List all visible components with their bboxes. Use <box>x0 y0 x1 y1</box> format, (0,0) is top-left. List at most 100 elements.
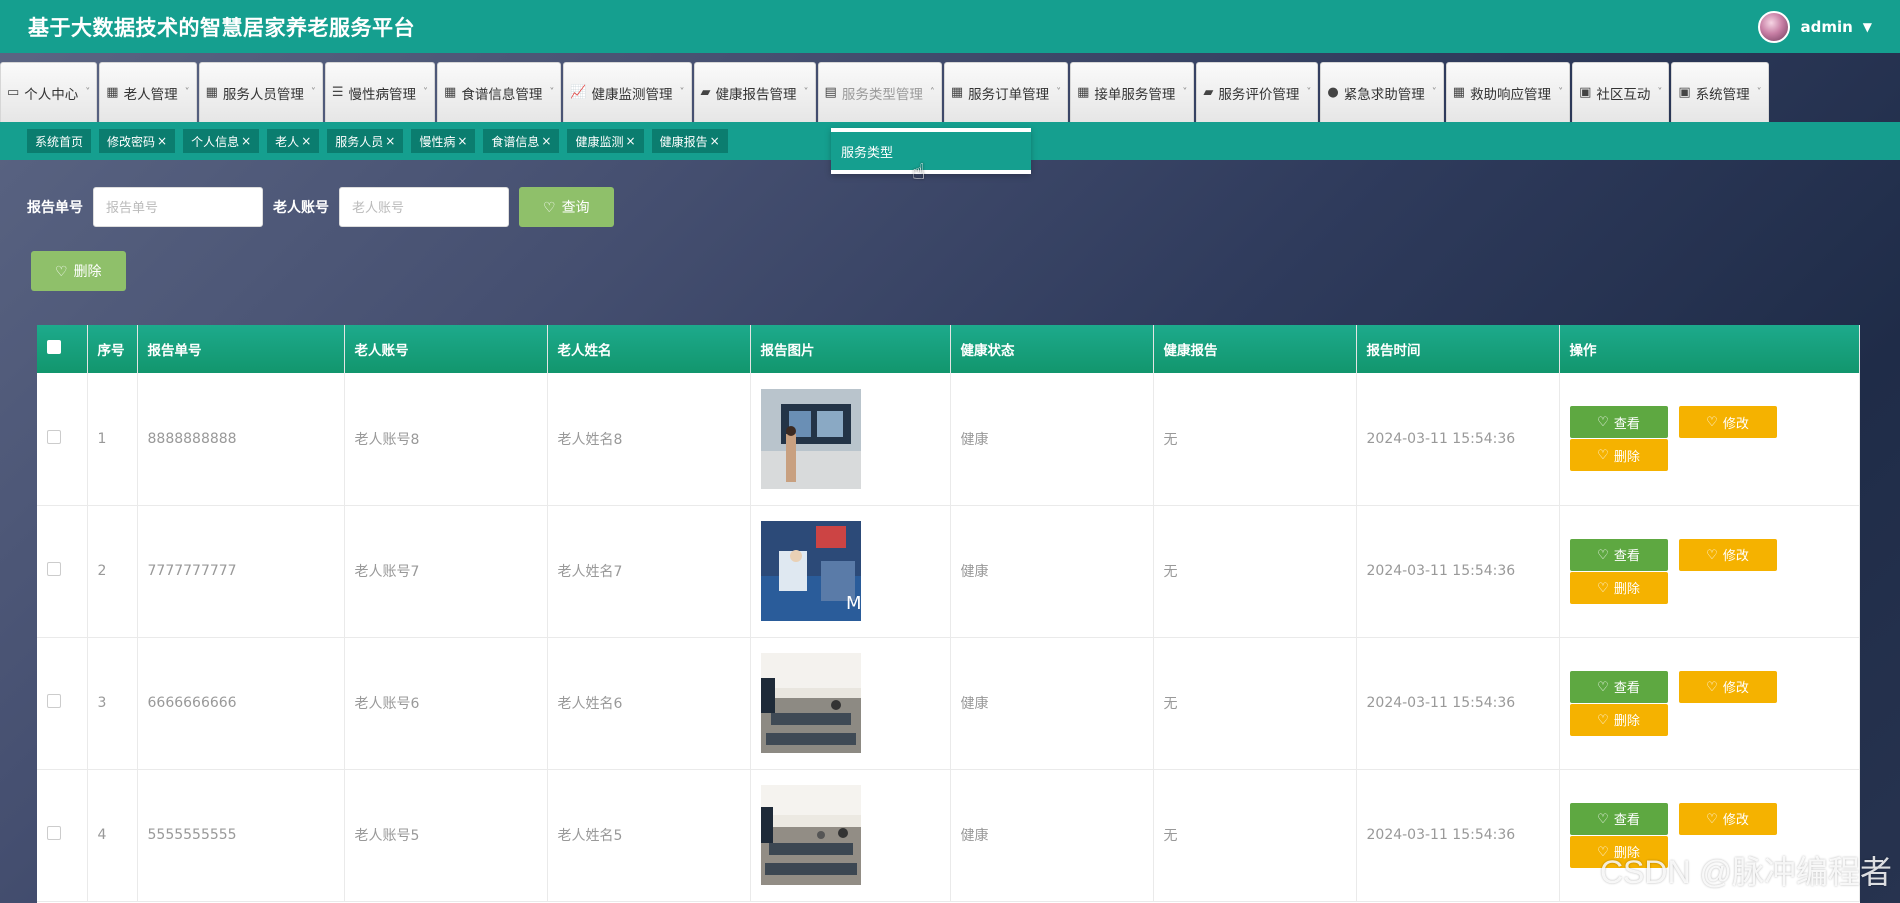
heart-icon: ♡ <box>1597 678 1609 694</box>
report-no-input[interactable] <box>93 187 263 227</box>
nav-item[interactable]: ▦ 老人管理 ˅ <box>99 62 197 122</box>
view-button[interactable]: ♡ 查看 <box>1569 670 1668 703</box>
tab-tag[interactable]: 食谱信息 × <box>483 129 560 153</box>
row-checkbox[interactable] <box>47 429 61 444</box>
select-all-checkbox[interactable] <box>47 340 61 354</box>
nav-item[interactable]: ▦ 服务人员管理 ˅ <box>198 62 323 122</box>
query-button[interactable]: ♡ 查询 <box>519 187 614 227</box>
row-checkbox[interactable] <box>47 694 61 708</box>
table-row: 1 8888888888 老人账号8 老人姓名8 健康无 2024-03-11 15:54… <box>37 373 1860 506</box>
edit-button[interactable]: ♡ 修改 <box>1678 538 1777 571</box>
nav-item[interactable]: ▭ 个人中心 ˅ <box>0 62 98 122</box>
cell-report-no: 7777777777 <box>137 505 345 638</box>
close-icon[interactable]: × <box>457 134 467 148</box>
view-button[interactable]: ♡ 查看 <box>1569 802 1668 835</box>
select-all-cell[interactable] <box>37 325 88 373</box>
close-icon[interactable]: × <box>710 134 720 148</box>
nav-item-label: 服务人员管理 <box>222 86 304 103</box>
cell-status: 健康 <box>950 637 1154 770</box>
close-icon[interactable]: × <box>626 134 636 148</box>
view-button[interactable]: ♡ 查看 <box>1569 538 1668 571</box>
close-icon[interactable]: × <box>541 134 551 148</box>
user-menu[interactable]: admin ▼ <box>1758 10 1872 43</box>
report-image[interactable] <box>760 388 950 489</box>
col-header: 报告单号 <box>137 325 345 373</box>
view-button[interactable]: ♡ 查看 <box>1569 406 1668 439</box>
nav-item[interactable]: ☰ 慢性病管理 ˅ <box>324 62 436 122</box>
cell-index: 2 <box>87 505 138 638</box>
row-checkbox[interactable] <box>47 826 61 840</box>
cell-account: 老人账号5 <box>344 769 548 902</box>
username[interactable]: admin <box>1800 18 1852 36</box>
close-icon[interactable]: × <box>385 134 395 148</box>
heart-icon: ♡ <box>1597 579 1609 595</box>
row-select-cell[interactable] <box>37 769 88 902</box>
tab-tag[interactable]: 服务人员 × <box>327 129 404 153</box>
tab-tag[interactable]: 系统首页 <box>27 129 92 153</box>
report-image[interactable] <box>760 653 950 753</box>
edit-button[interactable]: ♡ 修改 <box>1678 670 1777 703</box>
report-no-label: 报告单号 <box>27 200 83 216</box>
nav-item[interactable]: ● 紧急求助管理 ˅ <box>1320 62 1444 122</box>
tab-tag[interactable]: 老人 × <box>267 129 320 153</box>
row-select-cell[interactable] <box>37 373 88 506</box>
cell-report: 无 <box>1153 373 1357 506</box>
edit-label: 修改 <box>1722 548 1749 563</box>
delete-label: 删除 <box>1613 448 1640 464</box>
nav-item[interactable]: 📈 健康监测管理 ˅ <box>563 62 692 122</box>
nav-item[interactable]: ▰ 健康报告管理 ˅ <box>693 62 816 122</box>
delete-button[interactable]: ♡ 删除 <box>1569 439 1668 472</box>
delete-button[interactable]: ♡ 删除 <box>1569 571 1668 604</box>
sliders-icon: ☰ <box>331 85 344 100</box>
nav-item-label: 紧急求助管理 <box>1343 86 1425 103</box>
cell-image <box>750 373 951 506</box>
nav-item[interactable]: ▦ 服务订单管理 ˅ <box>943 62 1069 122</box>
edit-button[interactable]: ♡ 修改 <box>1678 406 1777 439</box>
tab-tag[interactable]: 健康报告 × <box>651 129 728 153</box>
view-label: 查看 <box>1613 415 1640 431</box>
close-icon[interactable]: × <box>241 134 251 148</box>
close-icon[interactable]: × <box>301 134 311 148</box>
row-select-cell[interactable] <box>37 505 88 638</box>
batch-delete-button[interactable]: ♡ 删除 <box>31 251 126 291</box>
table-row: 4 5555555555 老人账号5 老人姓名5 健康无 2024-03-11 15:54… <box>37 769 1860 902</box>
nav-item[interactable]: ▤ 服务类型管理 ˄ <box>817 62 942 122</box>
row-select-cell[interactable] <box>37 637 88 770</box>
tag-label: 健康报告 <box>659 134 708 149</box>
nav-item[interactable]: ▦ 食谱信息管理 ˅ <box>437 62 562 122</box>
nav-item[interactable]: ▣ 系统管理 ˅ <box>1671 62 1769 122</box>
report-table: 序号 报告单号 老人账号 老人姓名 报告图片 健康状态 健康报告 报告时间 操作… <box>37 325 1860 903</box>
report-image[interactable] <box>760 785 950 885</box>
tab-tag[interactable]: 修改密码 × <box>99 129 176 153</box>
tab-tag[interactable]: 慢性病 × <box>411 129 476 153</box>
dropdown-item-service-type[interactable]: 服务类型 <box>831 132 1031 170</box>
edit-button[interactable]: ♡ 修改 <box>1678 802 1777 835</box>
cell-image: M <box>750 505 951 638</box>
hand-cursor-icon: ☝ <box>912 160 926 185</box>
caret-down-icon[interactable]: ▼ <box>1863 20 1872 34</box>
tab-tag[interactable]: 健康监测 × <box>567 129 644 153</box>
view-label: 查看 <box>1613 548 1640 563</box>
chevron-down-icon: ˅ <box>679 87 685 98</box>
table-row: 2 7777777777 老人账号7 老人姓名7 M 健康无 2024-03-11 15:5… <box>37 505 1860 638</box>
account-input[interactable] <box>339 187 509 227</box>
clipboard-check-icon: ▣ <box>1678 85 1691 100</box>
col-header: 老人姓名 <box>547 325 751 373</box>
avatar[interactable] <box>1758 10 1791 43</box>
tag-label: 个人信息 <box>191 134 240 149</box>
delete-button[interactable]: ♡ 删除 <box>1569 703 1668 736</box>
main-nav: ▭ 个人中心 ˅ ▦ 老人管理 ˅ ▦ 服务人员管理 ˅ ☰ 慢性病管理 ˅ ▦ 食谱信息管理 ˅ 📈 健康监测… <box>0 62 1769 122</box>
report-image[interactable]: M <box>760 521 950 621</box>
cell-index: 3 <box>87 637 138 770</box>
nav-item-label: 接单服务管理 <box>1094 86 1176 103</box>
nav-item[interactable]: ▦ 接单服务管理 ˅ <box>1070 62 1195 122</box>
nav-item[interactable]: ▣ 社区互动 ˅ <box>1572 62 1670 122</box>
close-icon[interactable]: × <box>157 134 167 148</box>
tab-tag[interactable]: 个人信息 × <box>183 129 260 153</box>
tag-label: 系统首页 <box>35 134 84 149</box>
heart-icon: ♡ <box>1706 414 1718 430</box>
row-checkbox[interactable] <box>47 562 61 576</box>
nav-item[interactable]: ▰ 服务评价管理 ˅ <box>1196 62 1319 122</box>
delete-label: 删除 <box>1613 713 1640 728</box>
nav-item[interactable]: ▦ 救助响应管理 ˅ <box>1445 62 1571 122</box>
